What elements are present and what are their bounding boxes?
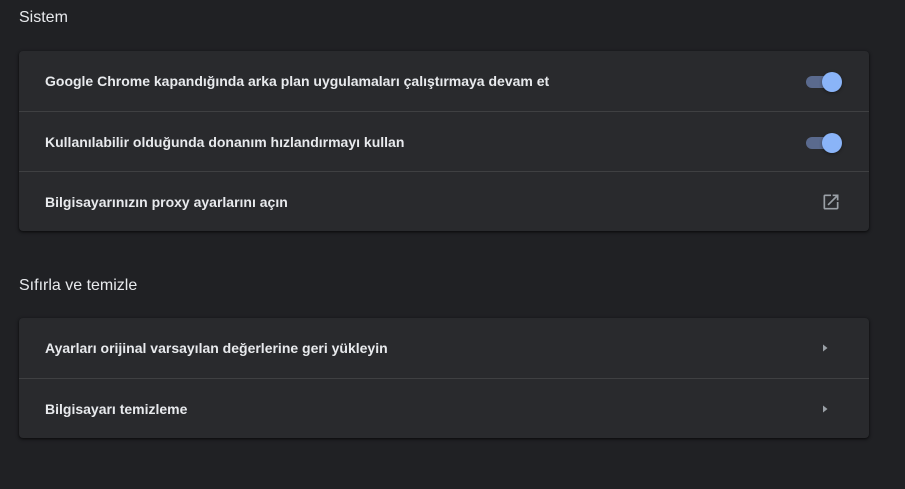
hardware-acceleration-toggle[interactable] <box>805 132 843 153</box>
toggle-knob <box>822 132 842 153</box>
setting-label: Kullanılabilir olduğunda donanım hızland… <box>45 133 405 150</box>
setting-label: Bilgisayarınızın proxy ayarlarını açın <box>45 193 288 210</box>
setting-label: Bilgisayarı temizleme <box>45 400 188 417</box>
setting-label: Ayarları orijinal varsayılan değerlerine… <box>45 340 388 356</box>
setting-label: Google Chrome kapandığında arka plan uyg… <box>45 73 550 89</box>
section-title-sistem: Sistem <box>19 9 68 26</box>
settings-page: Sistem Google Chrome kapandığında arka p… <box>0 0 905 489</box>
sistem-card: Google Chrome kapandığında arka plan uyg… <box>19 51 869 231</box>
section-title-reset: Sıfırla ve temizle <box>19 277 138 294</box>
setting-row-cleanup-computer[interactable]: Bilgisayarı temizleme <box>19 378 869 438</box>
open-in-new-icon[interactable] <box>819 190 843 214</box>
setting-row-restore-defaults[interactable]: Ayarları orijinal varsayılan değerlerine… <box>19 318 869 378</box>
chevron-right-icon[interactable] <box>813 397 837 421</box>
background-apps-toggle[interactable] <box>805 71 843 92</box>
chevron-right-icon[interactable] <box>813 336 837 360</box>
setting-row-background-apps[interactable]: Google Chrome kapandığında arka plan uyg… <box>19 51 869 111</box>
setting-row-proxy[interactable]: Bilgisayarınızın proxy ayarlarını açın <box>19 171 869 231</box>
reset-card: Ayarları orijinal varsayılan değerlerine… <box>19 318 869 438</box>
toggle-knob <box>822 72 842 92</box>
setting-row-hardware-acceleration[interactable]: Kullanılabilir olduğunda donanım hızland… <box>19 111 869 171</box>
